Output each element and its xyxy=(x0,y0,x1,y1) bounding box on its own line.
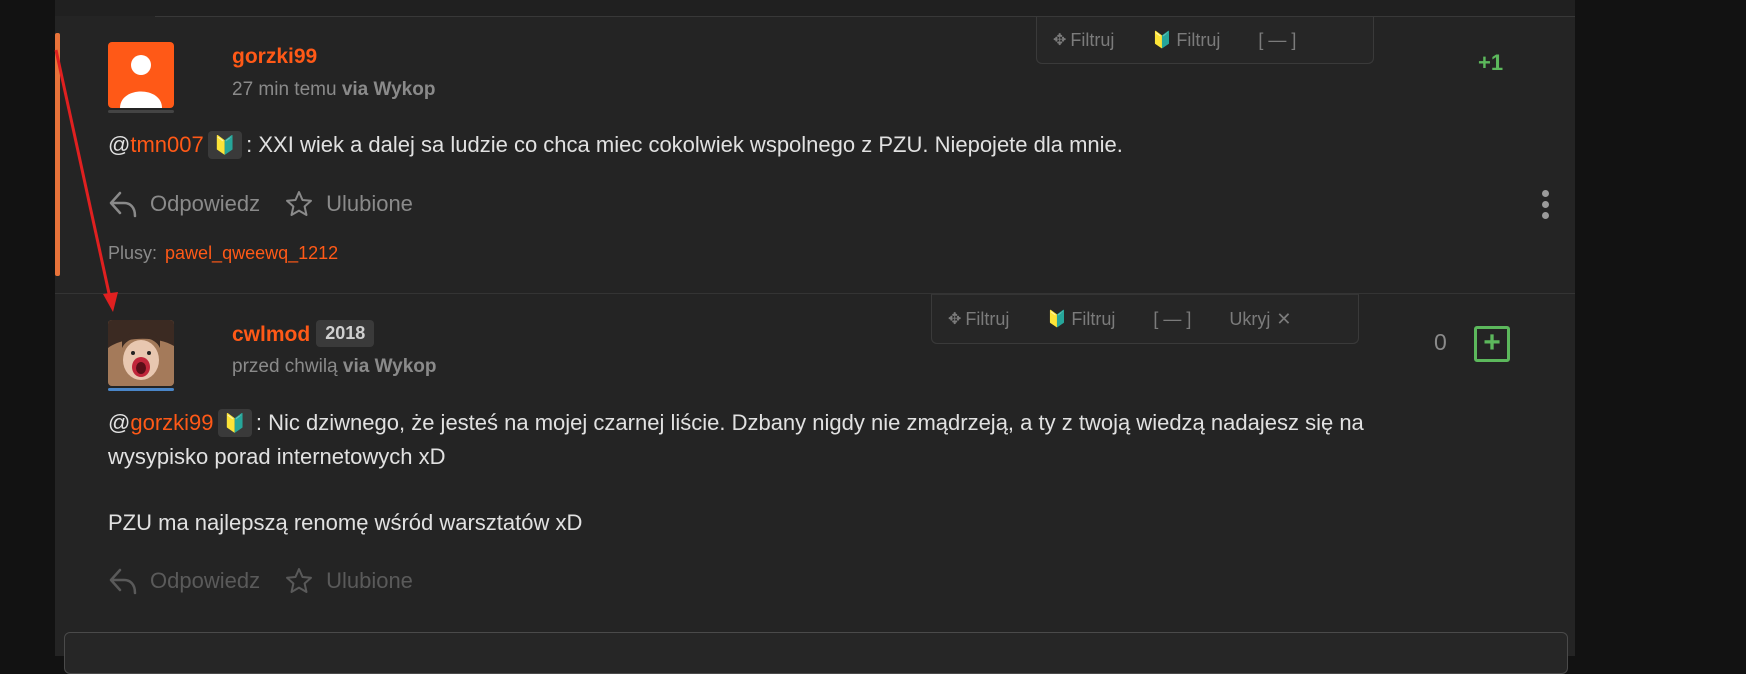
annotation-arrow xyxy=(54,49,118,312)
